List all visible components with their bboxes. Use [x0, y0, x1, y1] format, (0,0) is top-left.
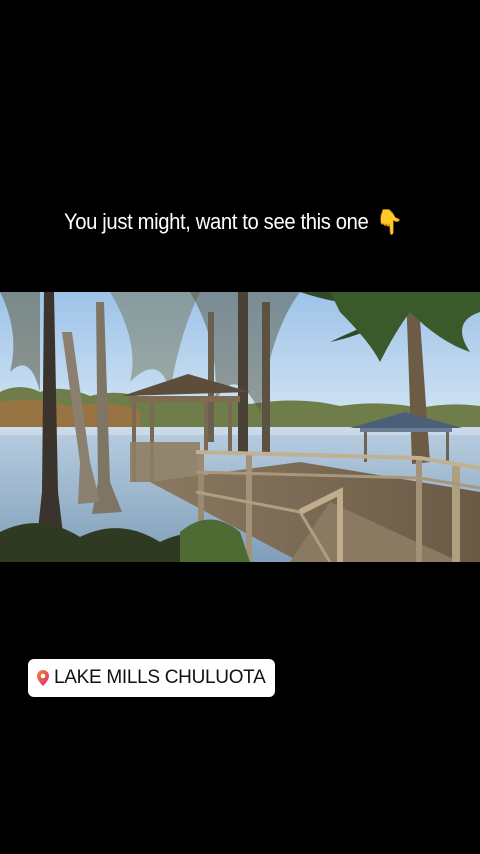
lake-dock-photo [0, 292, 480, 562]
lake-dock-illustration [0, 292, 480, 562]
story-caption: You just might, want to see this one 👇 [64, 204, 432, 240]
pointing-down-icon: 👇 [375, 208, 403, 236]
location-sticker[interactable]: LAKE MILLS CHULUOTA [28, 659, 276, 697]
location-label: LAKE MILLS CHULUOTA [54, 667, 266, 688]
location-pin-icon [36, 669, 50, 687]
caption-text: You just might, want to see this one [64, 209, 369, 234]
